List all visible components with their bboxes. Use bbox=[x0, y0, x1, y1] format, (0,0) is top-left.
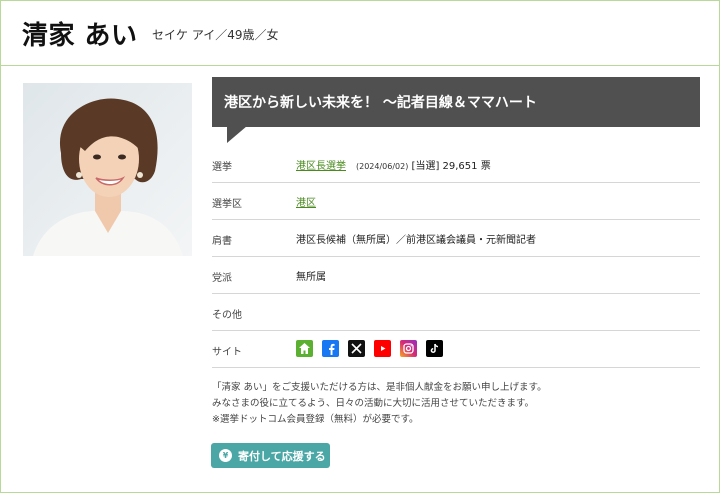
candidate-name: 清家 あい bbox=[22, 21, 138, 51]
tiktok-icon[interactable] bbox=[426, 340, 443, 357]
site-icons bbox=[296, 340, 443, 357]
district-link[interactable]: 港区 bbox=[296, 198, 316, 209]
party-value: 無所属 bbox=[296, 272, 326, 283]
election-label: 選挙 bbox=[212, 162, 232, 173]
support-note-line2: みなさまの役に立てるよう、日々の活動に大切に活用させていただきます。 bbox=[212, 398, 535, 409]
other-label: その他 bbox=[212, 310, 242, 321]
catchphrase-banner: 港区から新しい未来を！ 〜記者目線＆ママハート bbox=[212, 77, 700, 127]
election-link[interactable]: 港区長選挙 bbox=[296, 161, 346, 172]
row-district: 選挙区 港区 bbox=[212, 183, 700, 220]
facebook-icon[interactable] bbox=[322, 340, 339, 357]
row-site: サイト bbox=[212, 331, 700, 368]
election-value: 港区長選挙 (2024/06/02) [当選] 29,651 票 bbox=[296, 157, 491, 172]
district-value: 港区 bbox=[296, 194, 316, 209]
support-note: 「清家 あい」をご支援いただける方は、是非個人献金をお願い申し上げます。 みなさ… bbox=[212, 380, 547, 428]
candidate-kana-age-gender: セイケ アイ／49歳／女 bbox=[152, 28, 279, 42]
row-election: 選挙 港区長選挙 (2024/06/02) [当選] 29,651 票 bbox=[212, 146, 700, 183]
youtube-icon[interactable] bbox=[374, 340, 391, 357]
row-party: 党派 無所属 bbox=[212, 257, 700, 294]
donate-button-label: 寄付して応援する bbox=[238, 450, 326, 463]
details-table: 選挙 港区長選挙 (2024/06/02) [当選] 29,651 票 選挙区 港… bbox=[212, 146, 700, 368]
election-date: (2024/06/02) bbox=[356, 162, 409, 171]
candidate-header: 清家 あい セイケ アイ／49歳／女 bbox=[1, 1, 719, 66]
catchphrase-text: 港区から新しい未来を！ 〜記者目線＆ママハート bbox=[224, 95, 537, 111]
candidate-card: 清家 あい セイケ アイ／49歳／女 港区から新しい未来を！ 〜記者目線＆ママハ… bbox=[0, 0, 720, 493]
instagram-icon[interactable] bbox=[400, 340, 417, 357]
title-value: 港区長候補（無所属）／前港区議会議員・元新聞記者 bbox=[296, 235, 536, 246]
support-note-line1: 「清家 あい」をご支援いただける方は、是非個人献金をお願い申し上げます。 bbox=[212, 382, 547, 393]
x-icon[interactable] bbox=[348, 340, 365, 357]
support-note-line3: ※選挙ドットコム会員登録（無料）が必要です。 bbox=[212, 414, 419, 425]
district-label: 選挙区 bbox=[212, 199, 242, 210]
election-result: [当選] 29,651 票 bbox=[411, 161, 491, 172]
portrait-image bbox=[23, 83, 192, 256]
banner-tail bbox=[227, 126, 247, 143]
row-other: その他 bbox=[212, 294, 700, 331]
home-icon[interactable] bbox=[296, 340, 313, 357]
donate-button[interactable]: ¥ 寄付して応援する bbox=[211, 443, 330, 468]
row-title: 肩書 港区長候補（無所属）／前港区議会議員・元新聞記者 bbox=[212, 220, 700, 257]
site-label: サイト bbox=[212, 347, 242, 358]
candidate-photo bbox=[23, 83, 192, 256]
title-label: 肩書 bbox=[212, 236, 232, 247]
party-label: 党派 bbox=[212, 273, 232, 284]
yen-icon: ¥ bbox=[219, 449, 232, 462]
